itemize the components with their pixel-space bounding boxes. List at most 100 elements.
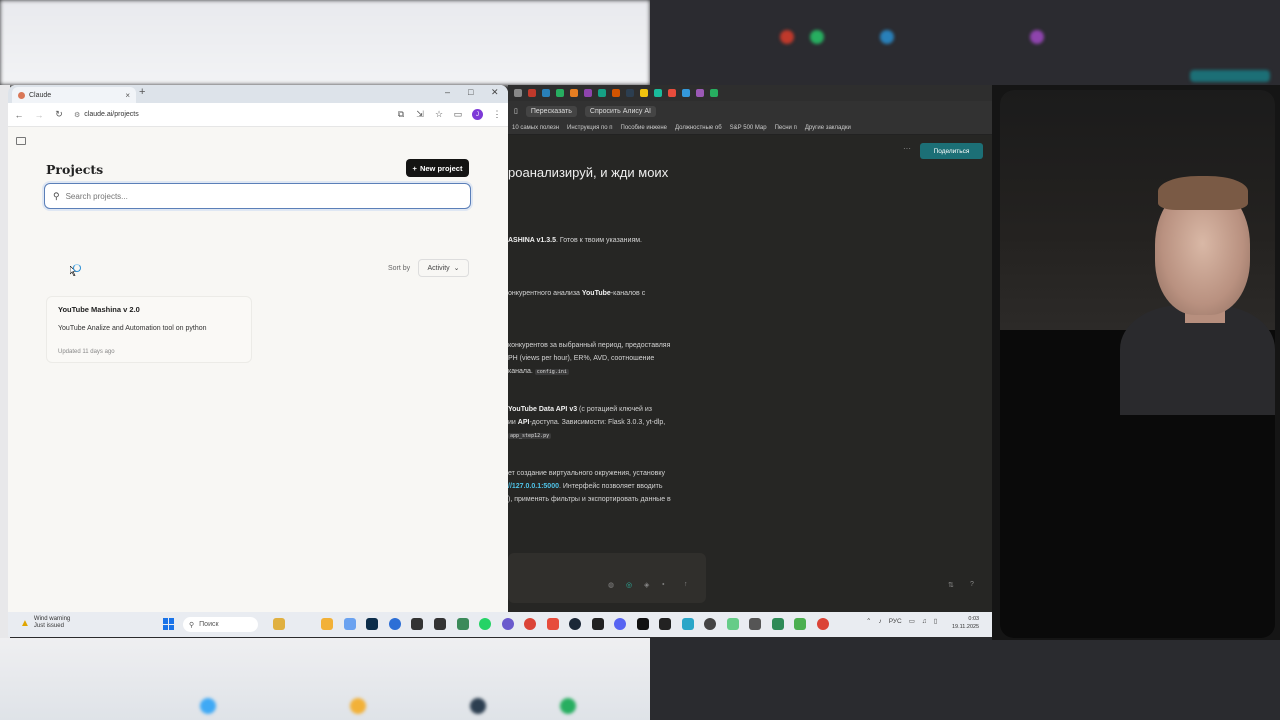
new-project-button[interactable]: + New project — [406, 159, 469, 177]
language-indicator[interactable]: РУС — [889, 618, 902, 625]
taskbar-app-icon[interactable] — [659, 618, 671, 630]
tab-favicon-icon[interactable] — [640, 89, 648, 97]
browser-menu-icon[interactable]: ⋮ — [492, 109, 502, 120]
network-icon[interactable]: ▭ — [909, 617, 915, 625]
more-options-icon[interactable]: ··· — [903, 144, 911, 153]
bookmark-item[interactable]: 10 самых полезн — [512, 125, 559, 131]
back-icon[interactable]: ← — [14, 110, 24, 120]
taskbar-app-icon[interactable] — [457, 618, 469, 630]
reload-icon[interactable]: ↻ — [54, 109, 64, 120]
tab-favicon-icon[interactable] — [598, 89, 606, 97]
clock[interactable]: 0:03 19.11.2025 — [952, 615, 979, 631]
taskbar-app-icon[interactable] — [682, 618, 694, 630]
profile-avatar[interactable]: J — [472, 109, 483, 120]
attach-icon[interactable]: ◍ — [608, 581, 614, 589]
bookmark-item[interactable]: Другие закладки — [805, 125, 851, 131]
battery-icon[interactable]: ▯ — [934, 617, 938, 625]
search-projects-input[interactable] — [65, 191, 446, 201]
microphone-icon[interactable]: ♪ — [878, 618, 881, 625]
chat-input-box[interactable] — [508, 553, 706, 603]
weather-widget[interactable]: ▲ Wind warning Just issued — [20, 616, 70, 630]
tab-favicon-icon[interactable] — [682, 89, 690, 97]
bookmark-item[interactable]: Инструкция по п — [567, 125, 612, 131]
taskbar-app-icon[interactable] — [704, 618, 716, 630]
tab-favicon-icon[interactable] — [584, 89, 592, 97]
translate-icon[interactable]: ⧉ — [396, 109, 406, 120]
chrome-icon[interactable] — [817, 618, 829, 630]
taskbar-app-icon[interactable] — [749, 618, 761, 630]
steam-icon[interactable] — [569, 618, 581, 630]
sidebar-toggle-icon[interactable] — [16, 137, 26, 145]
bookmark-star-icon[interactable]: ☆ — [434, 109, 444, 120]
tab-favicon-icon[interactable] — [626, 89, 634, 97]
chevron-down-icon: ⌄ — [453, 265, 460, 272]
tab-favicon-icon[interactable] — [556, 89, 564, 97]
maximize-icon[interactable]: □ — [468, 87, 473, 97]
terminal-icon[interactable] — [592, 618, 604, 630]
taskbar-app-icon[interactable] — [389, 618, 401, 630]
url-field[interactable]: ⚙ claude.ai/projects — [74, 111, 139, 119]
windows-start-icon[interactable] — [163, 618, 175, 630]
scroll-icon[interactable]: ⇅ — [948, 581, 954, 589]
tab-favicon-icon[interactable] — [528, 89, 536, 97]
chat-line: онкурентного анализа YouTube-каналов с — [508, 290, 646, 297]
chevron-up-icon[interactable]: ⌃ — [866, 617, 871, 625]
site-info-icon[interactable]: ⚙ — [74, 111, 80, 119]
close-tab-icon[interactable]: × — [125, 91, 130, 100]
dark-tab-bar — [508, 85, 992, 101]
yandex-icon[interactable] — [547, 618, 559, 630]
split-view-icon[interactable]: ▯ — [514, 107, 518, 115]
volume-icon[interactable]: ♫ — [922, 618, 927, 625]
chrome-icon[interactable] — [524, 618, 536, 630]
bookmark-item[interactable]: Пособие инжене — [621, 125, 668, 131]
bookmark-item[interactable]: Песни п — [775, 125, 797, 131]
tab-favicon-icon[interactable] — [570, 89, 578, 97]
taskbar-app-icon[interactable] — [794, 618, 806, 630]
tab-favicon-icon[interactable] — [696, 89, 704, 97]
taskbar-app-icon[interactable] — [411, 618, 423, 630]
taskbar-app-icon[interactable] — [637, 618, 649, 630]
project-card[interactable]: YouTube Mashina v 2.0 YouTube Analize an… — [46, 296, 252, 363]
taskbar-search-label: Поиск — [199, 621, 219, 628]
sort-select[interactable]: Activity ⌄ — [418, 259, 469, 277]
bookmark-item[interactable]: Должностные об — [675, 125, 722, 131]
taskbar-app-icon[interactable] — [502, 618, 514, 630]
mic-icon[interactable]: ⬩ — [662, 581, 665, 589]
taskbar-app-icon[interactable] — [273, 618, 285, 630]
bookmark-item[interactable]: S&P 500 Map — [730, 125, 767, 131]
tab-claude[interactable]: Claude × — [12, 87, 136, 103]
whatsapp-icon[interactable] — [479, 618, 491, 630]
tab-favicon-icon[interactable] — [542, 89, 550, 97]
ask-alice-button[interactable]: Спросить Алису AI — [584, 105, 656, 117]
tab-favicon-icon[interactable] — [654, 89, 662, 97]
minimize-icon[interactable]: – — [445, 87, 450, 97]
search-projects-box[interactable]: ⚲ — [44, 183, 471, 209]
background-window-top — [0, 0, 650, 85]
taskbar-app-icon[interactable] — [727, 618, 739, 630]
tab-favicon-icon[interactable] — [710, 89, 718, 97]
tab-favicon-icon[interactable] — [612, 89, 620, 97]
taskbar-app-icon[interactable] — [344, 618, 356, 630]
taskbar-app-icon[interactable] — [434, 618, 446, 630]
photoshop-icon[interactable] — [366, 618, 378, 630]
side-panel-icon[interactable]: ▭ — [453, 109, 463, 120]
help-icon[interactable]: ? — [970, 581, 974, 588]
send-icon[interactable]: ↑ — [684, 581, 688, 588]
dark-browser-window: ▯ Пересказать Спросить Алису AI 10 самых… — [508, 85, 992, 612]
install-app-icon[interactable]: ⇲ — [415, 109, 425, 120]
file-explorer-icon[interactable] — [321, 618, 333, 630]
tab-favicon-icon[interactable] — [514, 89, 522, 97]
share-button[interactable]: Поделиться — [920, 143, 983, 159]
tools-icon[interactable]: ◈ — [644, 581, 649, 589]
model-icon[interactable]: ◎ — [626, 581, 632, 589]
plus-icon: + — [412, 163, 417, 173]
discord-icon[interactable] — [614, 618, 626, 630]
tab-favicon-icon[interactable] — [668, 89, 676, 97]
forward-icon[interactable]: → — [34, 110, 44, 120]
taskbar-app-icon[interactable] — [772, 618, 784, 630]
retell-button[interactable]: Пересказать — [525, 105, 577, 117]
localhost-link[interactable]: //127.0.0.1:5000 — [508, 483, 559, 490]
close-window-icon[interactable]: ✕ — [491, 87, 499, 98]
new-tab-icon[interactable]: + — [139, 86, 145, 98]
taskbar-search[interactable]: ⚲ Поиск — [183, 617, 258, 632]
